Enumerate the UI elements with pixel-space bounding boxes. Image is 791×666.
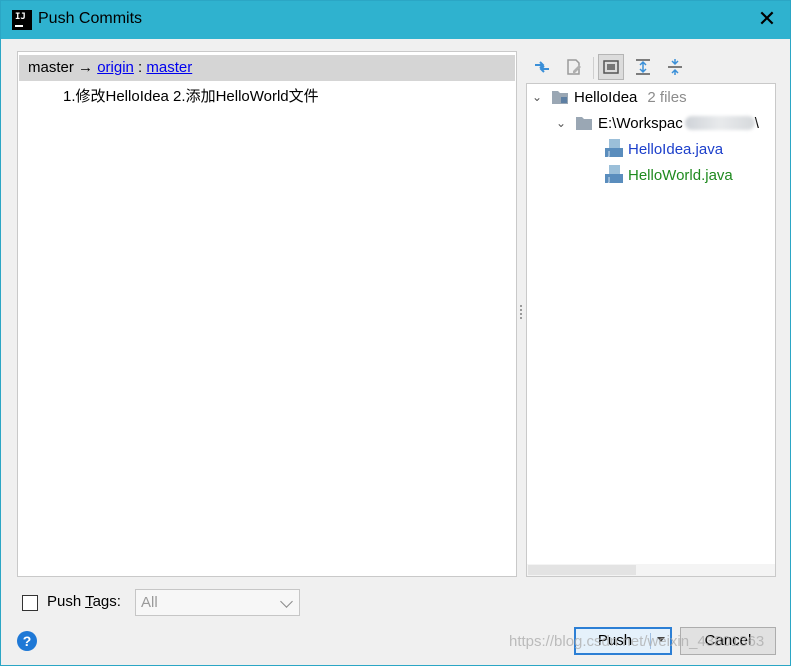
file-name: HelloIdea.java — [628, 140, 724, 158]
remote-link[interactable]: origin — [97, 59, 134, 76]
dropdown-arrow-icon[interactable] — [657, 637, 665, 642]
changes-toolbar — [529, 53, 775, 81]
cancel-button[interactable]: Cancel — [680, 627, 776, 655]
group-by-directory-icon[interactable] — [598, 54, 624, 80]
changed-files-tree: ⌄ HelloIdea 2 files ⌄ E:\Workspac \ J Hel… — [526, 83, 776, 577]
tags-select[interactable]: All — [135, 589, 300, 616]
remote-branch-link[interactable]: master — [146, 59, 192, 76]
splitter-handle[interactable] — [518, 303, 524, 321]
push-commits-dialog: IJ Push Commits ✕ master → origin : mast… — [0, 0, 791, 666]
help-icon[interactable]: ? — [17, 631, 37, 651]
tree-file-row[interactable]: J HelloWorld.java — [605, 163, 733, 187]
tree-node-project[interactable]: ⌄ HelloIdea 2 files — [530, 85, 687, 109]
edit-source-icon[interactable] — [561, 54, 587, 80]
branch-separator: : — [133, 59, 147, 76]
diff-icon[interactable] — [529, 54, 555, 80]
dialog-footer: Push Tags: All ? Push Cancel — [1, 589, 790, 665]
chevron-down-icon — [280, 595, 293, 608]
collapse-all-icon[interactable] — [662, 54, 688, 80]
java-file-icon: J — [605, 139, 623, 159]
java-file-icon: J — [605, 165, 623, 185]
folder-icon — [576, 116, 592, 130]
push-button[interactable]: Push — [574, 627, 672, 655]
branch-row[interactable]: master → origin : master — [19, 55, 515, 81]
chevron-down-icon[interactable]: ⌄ — [554, 116, 568, 130]
commit-item[interactable]: 1.修改HelloIdea 2.添加HelloWorld文件 — [63, 85, 319, 106]
push-tags-label[interactable]: Push Tags: — [47, 593, 121, 610]
tree-node-path[interactable]: ⌄ E:\Workspac \ — [554, 111, 759, 135]
tags-select-value: All — [141, 594, 158, 611]
svg-text:J: J — [607, 150, 610, 158]
tree-file-row[interactable]: J HelloIdea.java — [605, 137, 723, 161]
redacted-path — [684, 116, 755, 130]
push-tags-checkbox[interactable] — [22, 595, 38, 611]
close-button[interactable]: ✕ — [752, 5, 782, 35]
project-name: HelloIdea — [574, 88, 638, 106]
horizontal-scrollbar-thumb[interactable] — [528, 565, 636, 575]
chevron-down-icon[interactable]: ⌄ — [530, 90, 544, 104]
toolbar-separator — [593, 57, 594, 79]
module-folder-icon — [552, 90, 568, 104]
folder-path: E:\Workspac — [598, 114, 683, 132]
window-title: Push Commits — [38, 10, 143, 27]
file-name: HelloWorld.java — [628, 166, 733, 184]
file-count: 2 files — [647, 88, 687, 106]
push-button-label: Push — [597, 632, 633, 649]
commits-panel: master → origin : master 1.修改HelloIdea 2… — [17, 51, 517, 577]
intellij-logo-icon: IJ — [12, 10, 32, 30]
folder-path-tail: \ — [754, 114, 759, 132]
expand-all-icon[interactable] — [630, 54, 656, 80]
push-arrow: → — [73, 59, 98, 76]
title-bar: IJ Push Commits ✕ — [1, 1, 790, 39]
local-branch: master — [28, 59, 74, 76]
svg-text:J: J — [607, 176, 610, 184]
